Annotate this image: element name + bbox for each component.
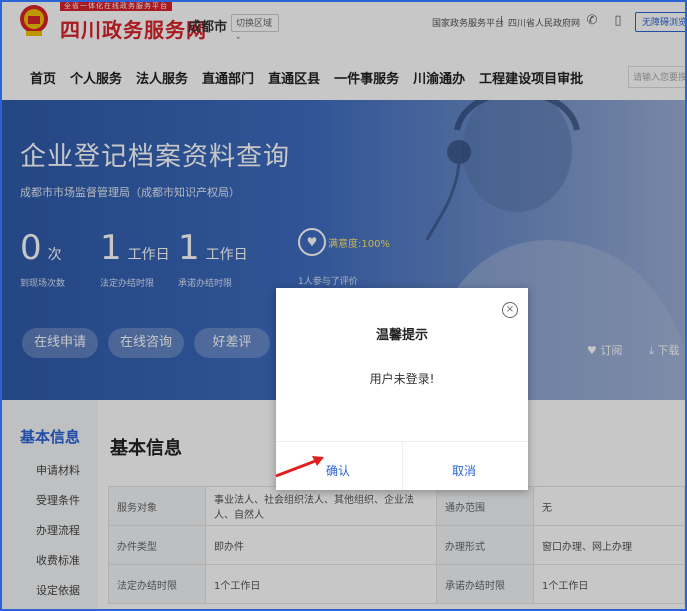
browser-frame: 全省一体化在线政务服务平台 四川政务服务网 成都市 切换区域 ˅ 国家政务服务平… [0,0,687,611]
divider [402,442,403,490]
cancel-button[interactable]: 取消 [452,462,476,479]
close-icon[interactable]: × [502,302,518,318]
dialog-title: 温馨提示 [375,328,428,343]
dialog-message: 用户未登录! [369,372,435,386]
red-arrow-annotation-icon [275,456,324,478]
